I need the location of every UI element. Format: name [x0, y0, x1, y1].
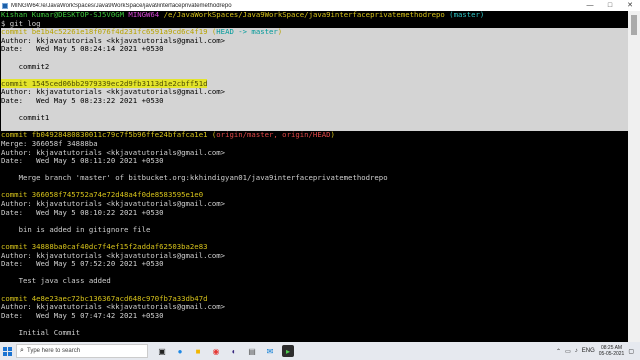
- prompt-user: Kishan Kumar@DESKTOP-SJ5V0GM: [1, 11, 125, 19]
- commit-hash: commit be1b4c52261e18f076f4d231fc6591a9c…: [1, 27, 208, 37]
- pinned-apps: ▣ ● ■ ◉ ◐ ▤ ✉ ▸: [156, 345, 294, 357]
- date-line: Date: Wed May 5 07:52:20 2021 +0530: [1, 259, 164, 269]
- git-bash-icon[interactable]: ▸: [282, 345, 294, 357]
- terminal-output[interactable]: Kishan Kumar@DESKTOP-SJ5V0GM MINGW64 /e/…: [0, 11, 629, 342]
- date-line: Date: Wed May 5 08:23:22 2021 +0530: [1, 96, 629, 106]
- date-line: Date: Wed May 5 08:24:14 2021 +0530: [1, 45, 629, 54]
- notification-icon[interactable]: ▢: [628, 348, 634, 355]
- clock[interactable]: 08:25 AM 05-05-2021: [599, 345, 625, 357]
- commit-hash: commit 34888ba0caf40dc7f4ef15f2addaf6250…: [1, 242, 208, 252]
- clock-date: 05-05-2021: [598, 351, 625, 357]
- start-button[interactable]: [0, 342, 14, 360]
- chrome-icon[interactable]: ◉: [210, 345, 222, 357]
- chevron-up-icon[interactable]: ⌃: [556, 348, 561, 355]
- prompt-path: /e/JavaWorkSpaces/Java9WorkSpace/java9in…: [163, 11, 445, 19]
- date-line: Date: Wed May 5 08:11:20 2021 +0530: [1, 156, 164, 166]
- mail-icon[interactable]: ✉: [264, 345, 276, 357]
- scrollbar-thumb[interactable]: [631, 15, 637, 35]
- close-icon[interactable]: ✕: [620, 0, 640, 11]
- network-icon[interactable]: ▭: [565, 348, 571, 355]
- edge-icon[interactable]: ●: [174, 345, 186, 357]
- commit-message: Merge branch 'master' of bitbucket.org:k…: [1, 173, 388, 183]
- blank-line: [1, 53, 629, 63]
- date-line: Date: Wed May 5 07:47:42 2021 +0530: [1, 310, 164, 320]
- commit-message: commit2: [1, 62, 629, 72]
- commit-message: Initial Commit: [1, 327, 81, 337]
- taskbar-search-box[interactable]: ⌕ Type here to search: [16, 344, 148, 358]
- window-title: MINGW64:/e/JavaWorkSpaces/Java9WorkSpace…: [11, 2, 232, 9]
- search-icon: ⌕: [20, 347, 24, 354]
- system-tray: ⌃ ▭ ♪ ENG 08:25 AM 05-05-2021 ▢: [556, 345, 640, 357]
- blank-line: [1, 105, 629, 115]
- search-placeholder: Type here to search: [27, 348, 81, 354]
- commit-hash: commit fb04928480830011c79c7f5b96ffe24bf…: [1, 130, 208, 140]
- head-ref: HEAD -> master: [216, 27, 278, 37]
- store-icon[interactable]: ▤: [246, 345, 258, 357]
- task-view-icon[interactable]: ▣: [156, 345, 168, 357]
- maximize-icon[interactable]: □: [600, 0, 620, 11]
- commit-message: commit1: [1, 114, 629, 123]
- window-titlebar[interactable]: MINGW64:/e/JavaWorkSpaces/Java9WorkSpace…: [0, 0, 640, 11]
- eclipse-icon[interactable]: ◐: [228, 345, 240, 357]
- git-bash-app-icon: [2, 2, 8, 9]
- file-explorer-icon[interactable]: ■: [192, 345, 204, 357]
- date-line: Date: Wed May 5 08:10:22 2021 +0530: [1, 207, 164, 217]
- prompt-branch: (master): [449, 11, 485, 19]
- minimize-icon[interactable]: —: [580, 0, 600, 11]
- vertical-scrollbar[interactable]: [628, 11, 640, 342]
- commit-message: bin is added in gitignore file: [1, 224, 151, 234]
- remote-ref: origin/master, origin/HEAD: [216, 130, 331, 140]
- prompt-line: Kishan Kumar@DESKTOP-SJ5V0GM MINGW64 /e/…: [1, 11, 629, 20]
- windows-icon: [2, 346, 12, 356]
- volume-icon[interactable]: ♪: [575, 348, 578, 354]
- commit-message: Test java class added: [1, 276, 111, 286]
- prompt-shell: MINGW64: [128, 11, 160, 19]
- window-controls: — □ ✕: [580, 0, 640, 11]
- windows-taskbar: ⌕ Type here to search ▣ ● ■ ◉ ◐ ▤ ✉ ▸ ⌃ …: [0, 342, 640, 360]
- language-indicator[interactable]: ENG: [582, 348, 595, 354]
